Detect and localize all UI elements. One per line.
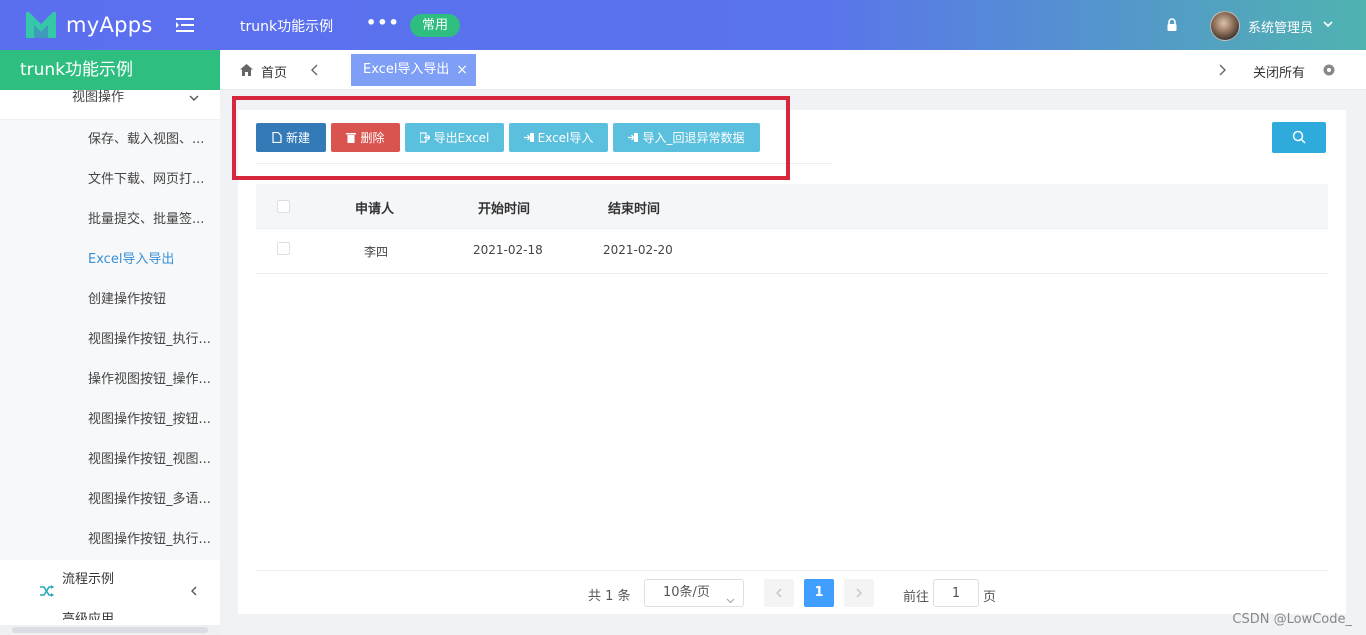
submenu-label: 视图操作 [72, 90, 125, 105]
next-page-button[interactable] [844, 579, 874, 607]
sidebar-item[interactable]: 批量提交、批量签... [0, 200, 220, 240]
app-logo-icon [24, 10, 58, 40]
search-icon [1292, 130, 1306, 144]
user-avatar[interactable] [1210, 11, 1240, 41]
sidebar-item[interactable]: 文件下载、网页打... [0, 160, 220, 200]
sidebar-group-workflow[interactable]: 流程示例 [0, 560, 220, 600]
sidebar-horizontal-scrollbar[interactable] [0, 625, 220, 635]
top-header: myApps trunk功能示例 ••• 常用 系统管理员 [0, 0, 1366, 50]
goto-label: 前往 [903, 590, 930, 605]
tab-scroll-left-icon[interactable] [310, 64, 320, 76]
tab-excel-import-export[interactable]: Excel导入导出 × [351, 54, 476, 86]
sidebar-item[interactable]: 视图操作按钮_视图... [0, 440, 220, 480]
sidebar-item[interactable]: 保存、载入视图、... [0, 120, 220, 160]
sidebar-item[interactable]: 操作视图按钮_操作... [0, 360, 220, 400]
close-all-tabs[interactable]: 关闭所有 [1253, 62, 1305, 81]
chevron-down-icon [188, 614, 200, 620]
tab-home[interactable]: 首页 [261, 62, 287, 81]
current-page[interactable]: 1 [804, 579, 834, 607]
gear-icon[interactable] [1322, 63, 1336, 77]
table-header: 申请人 开始时间 结束时间 [256, 184, 1328, 229]
lock-icon[interactable] [1166, 18, 1178, 32]
table-row[interactable]: 李四 2021-02-18 2021-02-20 [256, 229, 1328, 274]
more-menu[interactable]: ••• [366, 13, 400, 32]
app-logo[interactable]: myApps [24, 10, 153, 40]
column-header-end-time[interactable]: 结束时间 [608, 198, 660, 217]
sidebar: trunk功能示例 视图操作 保存、载入视图、... 文件下载、网页打... 批… [0, 50, 220, 635]
scrollbar-thumb[interactable] [12, 627, 208, 633]
page-size-value: 10条/页 [663, 585, 710, 600]
page-unit-label: 页 [983, 590, 997, 605]
search-button[interactable] [1272, 122, 1326, 153]
watermark: CSDN @LowCode_ [1232, 612, 1352, 627]
favorites-badge[interactable]: 常用 [410, 14, 460, 37]
prev-page-button[interactable] [764, 579, 794, 607]
row-checkbox[interactable] [277, 242, 290, 255]
cell-end-time: 2021-02-20 [603, 243, 673, 257]
cell-start-time: 2021-02-18 [473, 243, 543, 257]
home-icon[interactable] [240, 64, 253, 76]
tab-label: Excel导入导出 [363, 62, 450, 77]
app-name: myApps [66, 13, 153, 37]
sidebar-item-list: 保存、载入视图、... 文件下载、网页打... 批量提交、批量签... Exce… [0, 120, 220, 560]
tab-bar: 首页 Excel导入导出 × 关闭所有 [220, 50, 1366, 90]
chevron-down-icon[interactable] [1322, 18, 1334, 30]
tab-scroll-right-icon[interactable] [1217, 64, 1227, 76]
chevron-right-icon [856, 588, 862, 598]
goto-page-input[interactable] [933, 579, 979, 607]
sidebar-title: trunk功能示例 [0, 50, 220, 90]
grid-icon [40, 614, 54, 620]
sidebar-item[interactable]: 视图操作按钮_多语... [0, 480, 220, 520]
shuffle-icon [40, 574, 54, 597]
sidebar-group-label: 高级应用 [62, 612, 115, 620]
cell-applicant: 李四 [364, 245, 389, 259]
pagination-divider [256, 570, 1328, 571]
sidebar-group-label: 流程示例 [62, 572, 115, 587]
page-size-select[interactable]: 10条/页 [644, 579, 744, 607]
column-header-start-time[interactable]: 开始时间 [478, 198, 530, 217]
sidebar-item[interactable]: 视图操作按钮_按钮... [0, 400, 220, 440]
sidebar-item-excel-import-export[interactable]: Excel导入导出 [0, 240, 220, 280]
menu-toggle-icon[interactable] [176, 17, 196, 33]
chevron-left-icon [776, 588, 782, 598]
close-icon[interactable]: × [456, 54, 468, 86]
toolbar-highlight-box [232, 96, 790, 180]
module-title[interactable]: trunk功能示例 [240, 16, 333, 36]
sidebar-item[interactable]: 视图操作按钮_执行... [0, 520, 220, 560]
chevron-down-icon [188, 92, 200, 104]
sidebar-group-advanced[interactable]: 高级应用 [0, 600, 220, 620]
sidebar-item[interactable]: 创建操作按钮 [0, 280, 220, 320]
sidebar-item[interactable]: 视图操作按钮_执行... [0, 320, 220, 360]
chevron-down-icon [726, 589, 735, 604]
user-name[interactable]: 系统管理员 [1248, 17, 1313, 36]
column-header-applicant[interactable]: 申请人 [355, 198, 394, 217]
select-all-checkbox[interactable] [277, 200, 290, 213]
sidebar-submenu-view-ops[interactable]: 视图操作 [0, 90, 220, 120]
chevron-left-icon [188, 574, 200, 596]
pagination-total: 共 1 条 [588, 589, 631, 604]
